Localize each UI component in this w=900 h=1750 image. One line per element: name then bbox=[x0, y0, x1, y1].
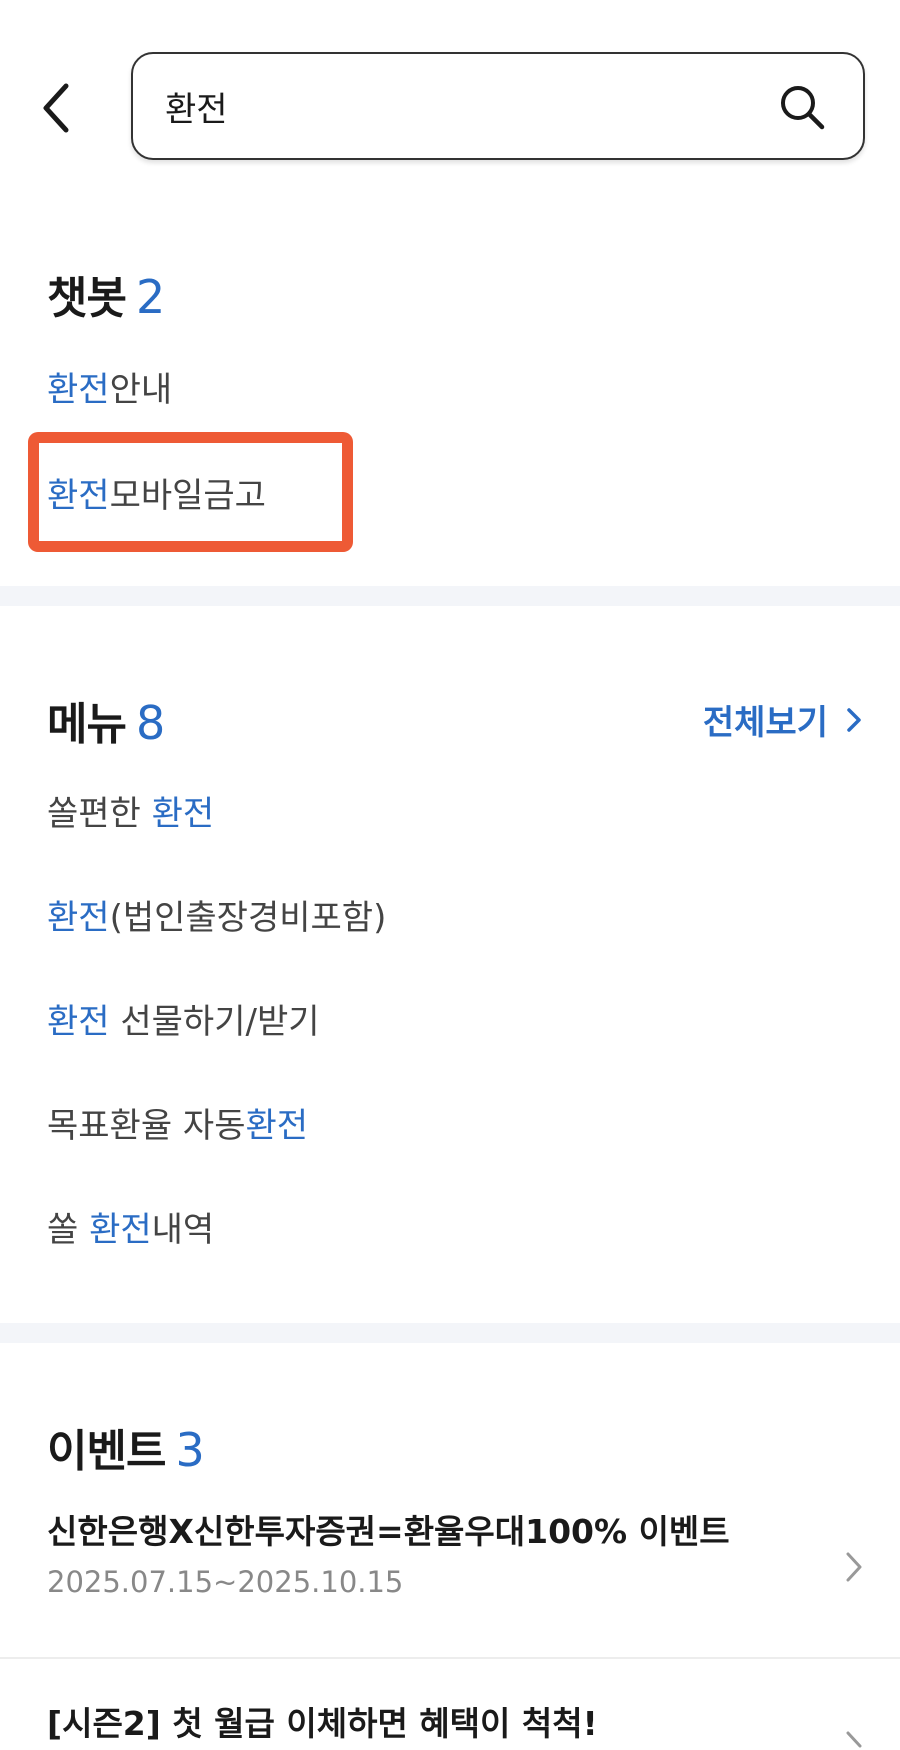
see-all-button[interactable]: 전체보기 bbox=[703, 695, 864, 744]
events-title: 이벤트 bbox=[47, 1426, 166, 1477]
back-button[interactable] bbox=[36, 78, 80, 138]
chatbot-item-keyword: 환전 bbox=[47, 370, 110, 410]
menu-item-prefix: 목표환율 자동 bbox=[47, 1106, 246, 1146]
menu-title: 메뉴 bbox=[47, 699, 127, 750]
events-count: 3 bbox=[175, 1423, 204, 1477]
chatbot-section-title: 챗봇 2 bbox=[47, 262, 165, 326]
search-results-page: 챗봇2 환전안내 환전모바일금고 메뉴8 전체보기 쏠편한 환전 환전(법인출장… bbox=[0, 0, 900, 1750]
chatbot-item[interactable]: 환전모바일금고 bbox=[47, 468, 266, 517]
menu-item-keyword: 환전 bbox=[89, 1210, 152, 1250]
chevron-right-icon bbox=[846, 1552, 862, 1582]
see-all-label: 전체보기 bbox=[702, 703, 828, 743]
menu-item-suffix: 선물하기/받기 bbox=[109, 1002, 320, 1042]
chatbot-item-keyword: 환전 bbox=[47, 476, 110, 516]
event-title: 신한은행X신한투자증권=환율우대100% 이벤트 bbox=[47, 1512, 730, 1551]
menu-item[interactable]: 쏠 환전내역 bbox=[47, 1202, 214, 1251]
search-icon[interactable] bbox=[779, 84, 825, 130]
chevron-right-icon bbox=[846, 1731, 862, 1748]
events-section-title: 이벤트 3 bbox=[47, 1415, 205, 1479]
chatbot-item-label: 모바일금고 bbox=[109, 476, 266, 516]
chevron-right-icon bbox=[847, 707, 861, 732]
menu-section-title: 메뉴 8 bbox=[47, 688, 165, 752]
section-divider bbox=[0, 586, 900, 606]
chatbot-item-label: 안내 bbox=[109, 370, 173, 410]
row-separator bbox=[0, 1657, 900, 1659]
menu-item-suffix: (법인출장경비포함) bbox=[109, 898, 387, 938]
menu-item-suffix: 내역 bbox=[151, 1210, 215, 1250]
menu-item[interactable]: 쏠편한 환전 bbox=[47, 786, 214, 835]
section-divider bbox=[0, 1323, 900, 1343]
menu-item-prefix: 쏠편한 bbox=[47, 794, 152, 834]
menu-item-keyword: 환전 bbox=[47, 1002, 110, 1042]
chatbot-item[interactable]: 환전안내 bbox=[47, 362, 172, 411]
chatbot-title: 챗봇 bbox=[47, 273, 127, 324]
menu-item-keyword: 환전 bbox=[245, 1106, 309, 1146]
search-box[interactable] bbox=[131, 52, 865, 160]
menu-item-keyword: 환전 bbox=[151, 794, 215, 834]
event-title: [시즌2] 첫 월급 이체하면 혜택이 척척! bbox=[47, 1704, 598, 1743]
menu-item-keyword: 환전 bbox=[47, 898, 110, 938]
menu-item-prefix: 쏠 bbox=[47, 1210, 90, 1250]
menu-item[interactable]: 환전 선물하기/받기 bbox=[47, 994, 320, 1043]
event-date: 2025.07.15~2025.10.15 bbox=[47, 1565, 404, 1599]
search-input[interactable] bbox=[165, 54, 765, 158]
chatbot-count: 2 bbox=[135, 270, 165, 324]
menu-item[interactable]: 환전(법인출장경비포함) bbox=[47, 890, 386, 939]
chevron-left-icon bbox=[43, 83, 69, 133]
menu-item[interactable]: 목표환율 자동환전 bbox=[47, 1098, 308, 1147]
menu-count: 8 bbox=[135, 696, 165, 750]
event-item[interactable]: 신한은행X신한투자증권=환율우대100% 이벤트 2025.07.15~2025… bbox=[0, 1505, 900, 1657]
event-item[interactable]: [시즌2] 첫 월급 이체하면 혜택이 척척! bbox=[0, 1697, 900, 1750]
search-header bbox=[0, 0, 900, 170]
